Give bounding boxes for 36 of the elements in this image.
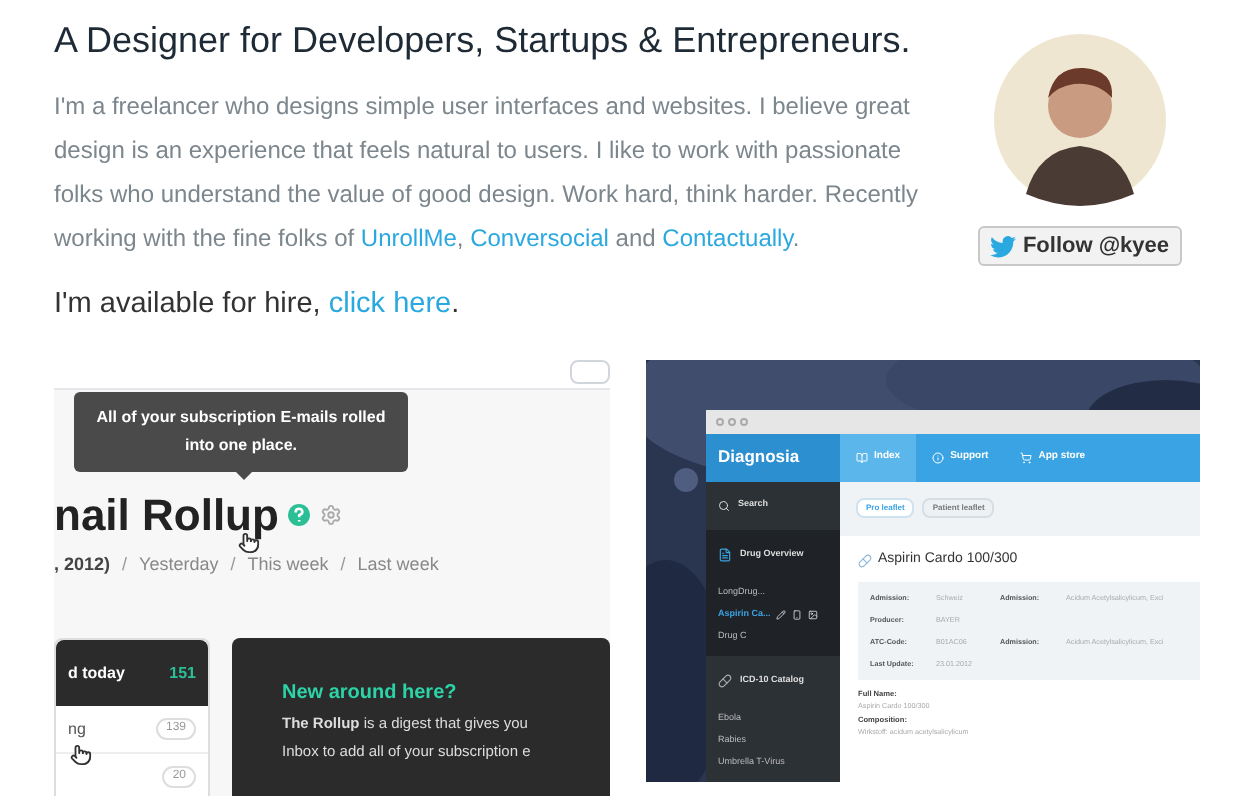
page-title: nail Rollup [54, 493, 279, 538]
hire-text: I'm available for hire, click here. [54, 286, 462, 324]
edit-icon[interactable] [776, 609, 787, 620]
intro-paragraph: I'm a freelancer who designs simple user interfaces and websites. I believe great design is an experience that feels natural to users. I like to work with passionate folks who understand the value of good design. Work hard, think harder. Recently working with the fine folks of UnrollMe, Conversocial and Contactually. [54, 90, 921, 256]
date-filter[interactable]: This week [247, 551, 329, 579]
cart-icon [1020, 451, 1033, 464]
app-logo: Diagnosia [706, 433, 840, 482]
breadcrumb-separator: / [230, 551, 236, 578]
info-icon [932, 451, 945, 464]
promo-title: New around here? [282, 680, 459, 709]
pill-icon [718, 674, 732, 689]
list-item[interactable]: ng [68, 717, 86, 742]
search-icon [718, 499, 730, 512]
pill-icon [858, 553, 872, 567]
book-icon [856, 451, 868, 464]
list-title: d today [68, 661, 125, 686]
link[interactable]: Contactually [662, 224, 793, 252]
phone-icon[interactable] [792, 609, 803, 620]
settings-icon[interactable] [320, 504, 343, 527]
bird-icon [990, 235, 1017, 257]
link[interactable]: Conversocial [470, 224, 609, 252]
hand-cursor-icon [70, 743, 92, 766]
toolbar-button[interactable] [570, 359, 610, 384]
breadcrumb-separator: / [340, 551, 346, 578]
link[interactable]: UnrollMe [360, 224, 457, 252]
link[interactable]: click here [328, 288, 452, 320]
breadcrumb-separator: / [122, 551, 128, 578]
document-icon [718, 548, 732, 563]
follow-button[interactable]: Follow @kyee [978, 226, 1182, 266]
date-filter: , 2012) [54, 551, 111, 578]
help-icon[interactable] [288, 504, 311, 527]
image-icon[interactable] [808, 609, 819, 620]
date-filter[interactable]: Yesterday [139, 551, 219, 579]
date-filter[interactable]: Last week [357, 551, 439, 579]
page-heading: A Designer for Developers, Startups & Entrepreneurs. [54, 18, 913, 64]
count: 151 [169, 661, 196, 686]
